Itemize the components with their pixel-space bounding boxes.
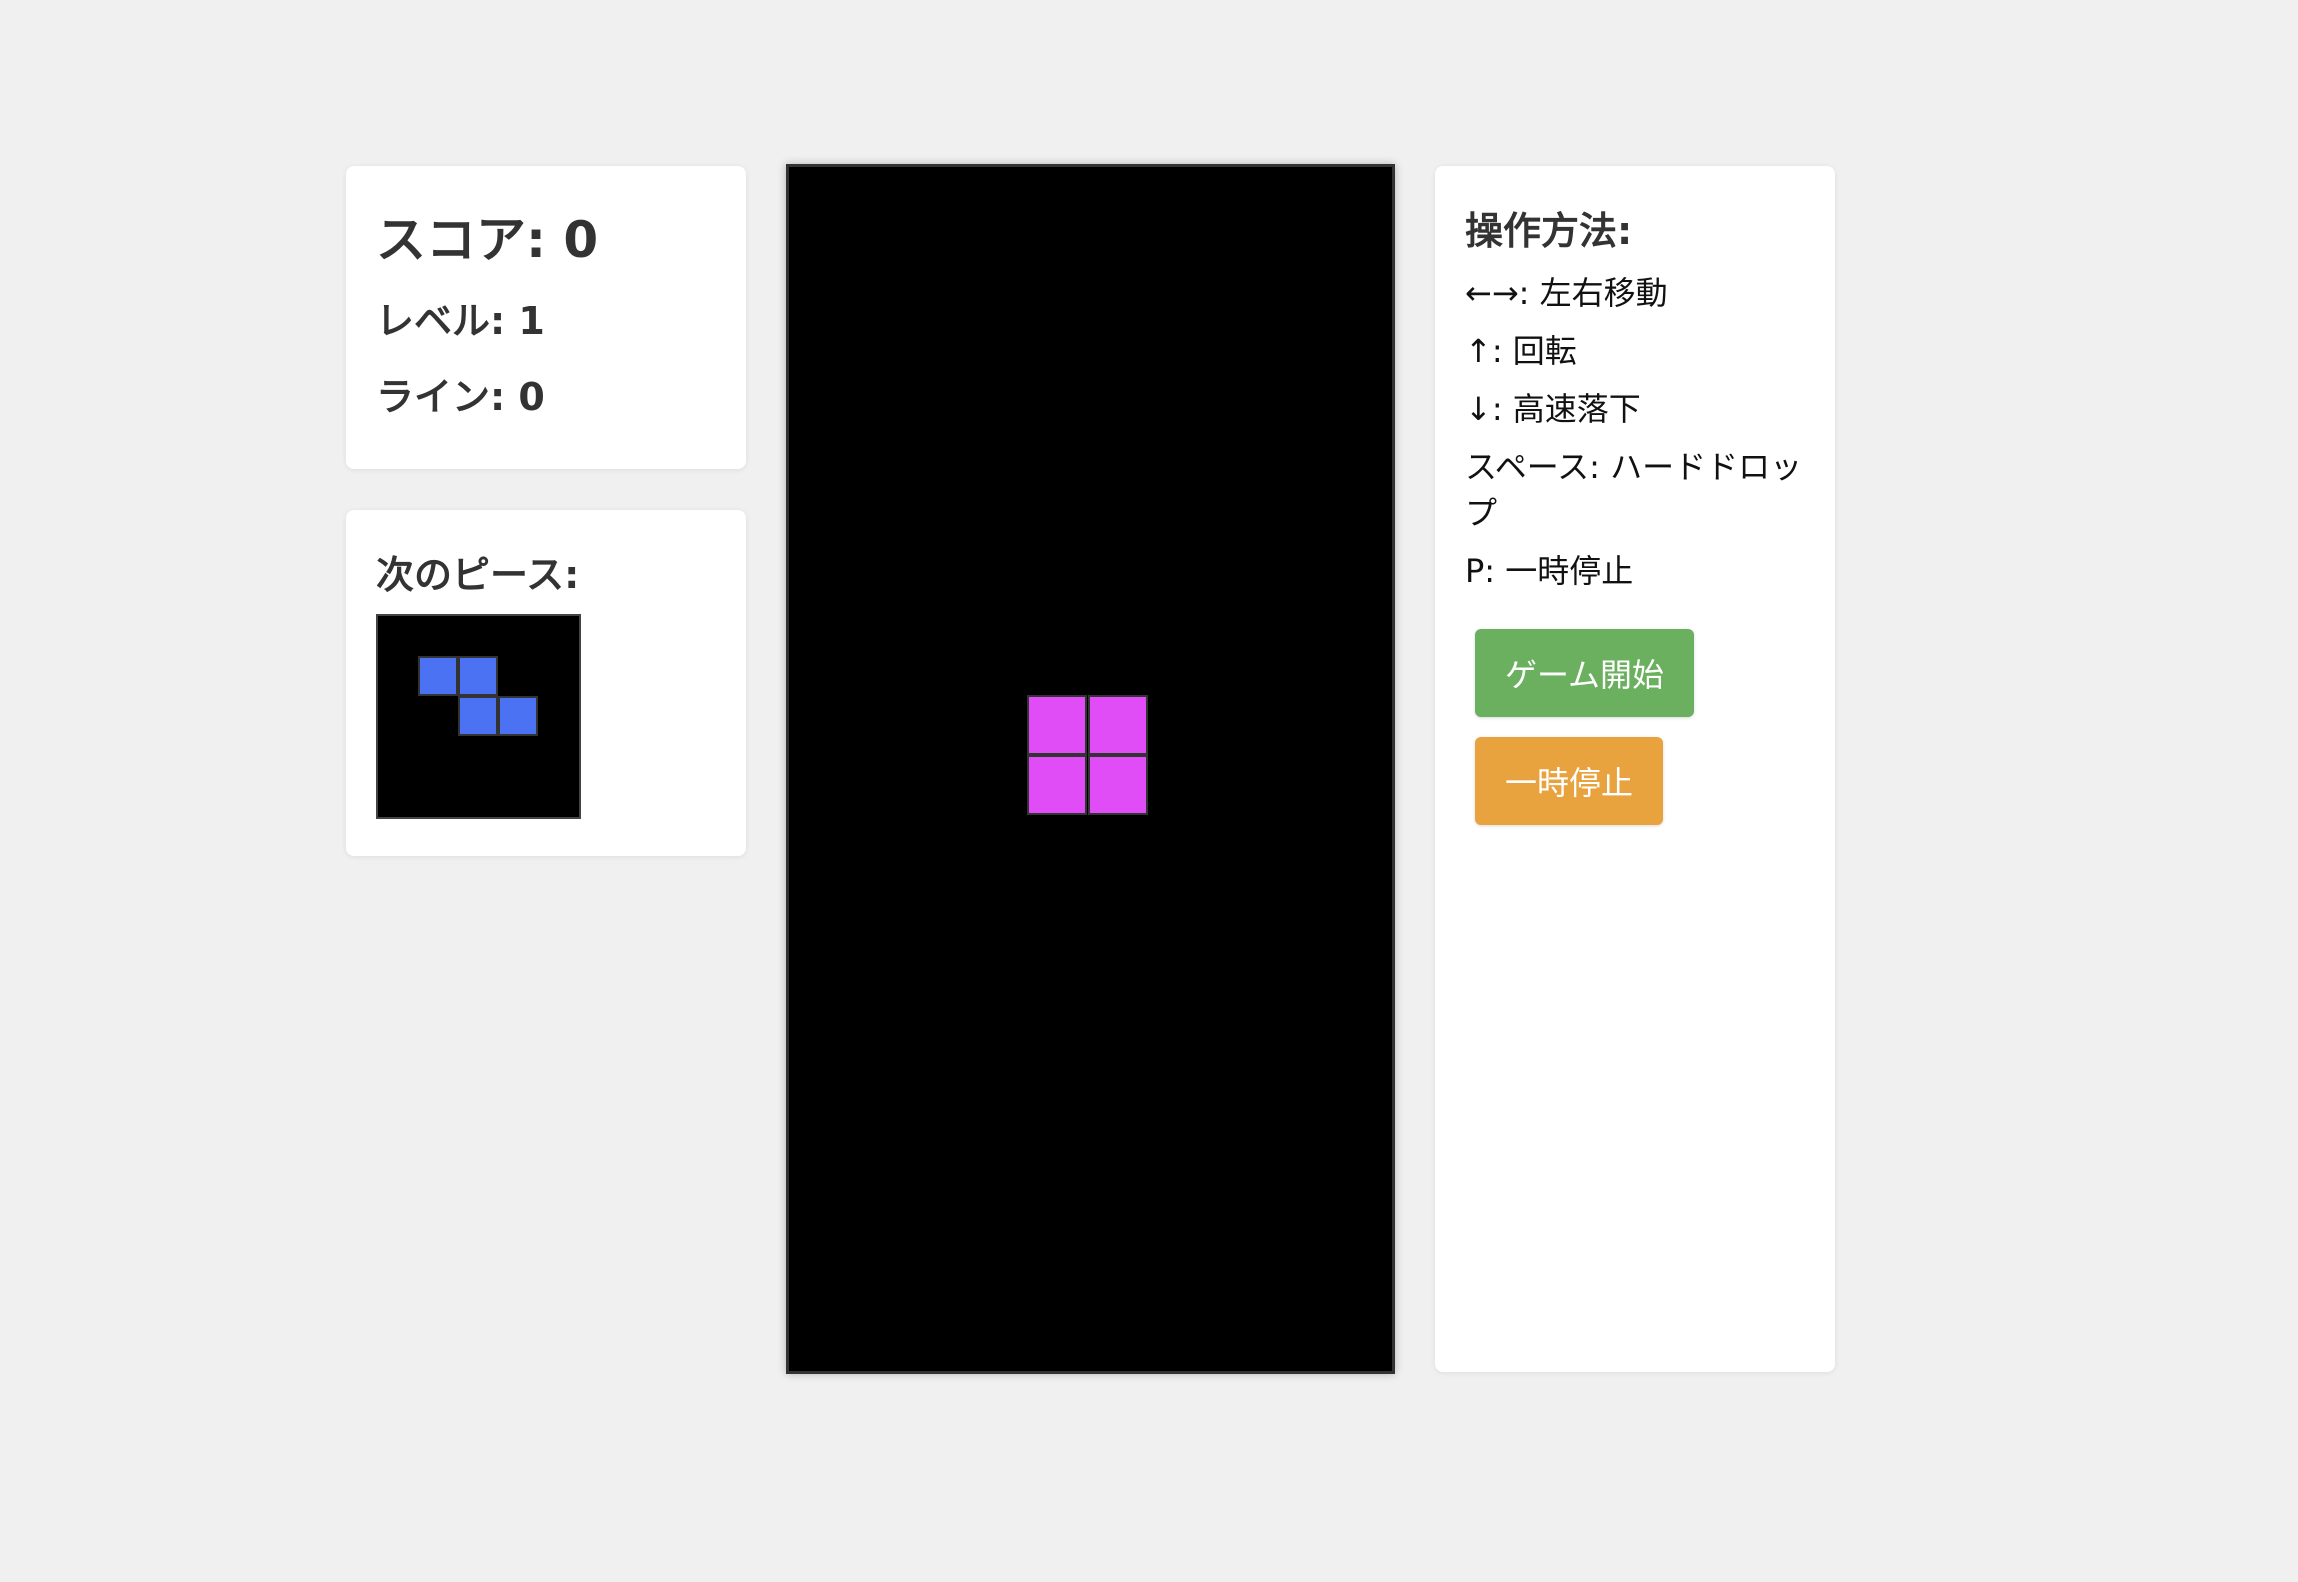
next-piece-block — [458, 696, 498, 736]
start-game-button[interactable]: ゲーム開始 — [1475, 629, 1695, 717]
control-soft-drop: ↓: 高速落下 — [1465, 390, 1641, 428]
control-hard-drop: スペース: ハードドロップ — [1465, 448, 1803, 532]
next-piece-block — [498, 696, 538, 736]
board-block — [1087, 755, 1148, 816]
next-piece-preview — [376, 614, 581, 819]
next-piece-panel: 次のピース: — [346, 510, 746, 856]
stats-panel: スコア: 0 レベル: 1 ライン: 0 — [346, 166, 746, 469]
control-move: ←→: 左右移動 — [1465, 274, 1668, 312]
next-piece-title: 次のピース: — [376, 553, 580, 597]
game-board[interactable] — [786, 164, 1395, 1374]
control-pause: P: 一時停止 — [1465, 552, 1634, 590]
controls-help-panel: 操作方法: ←→: 左右移動 ↑: 回転 ↓: 高速落下 スペース: ハードドロ… — [1435, 166, 1835, 1372]
board-block — [1027, 755, 1088, 816]
board-block — [1027, 694, 1088, 755]
score-label: スコア: 0 — [376, 211, 599, 269]
level-label: レベル: 1 — [376, 299, 545, 343]
pause-button[interactable]: 一時停止 — [1475, 737, 1664, 825]
controls-title: 操作方法: — [1465, 209, 1633, 253]
next-piece-block — [458, 656, 498, 696]
next-piece-block — [418, 656, 458, 696]
lines-label: ライン: 0 — [376, 375, 545, 419]
control-rotate: ↑: 回転 — [1465, 332, 1577, 370]
board-block — [1087, 694, 1148, 755]
